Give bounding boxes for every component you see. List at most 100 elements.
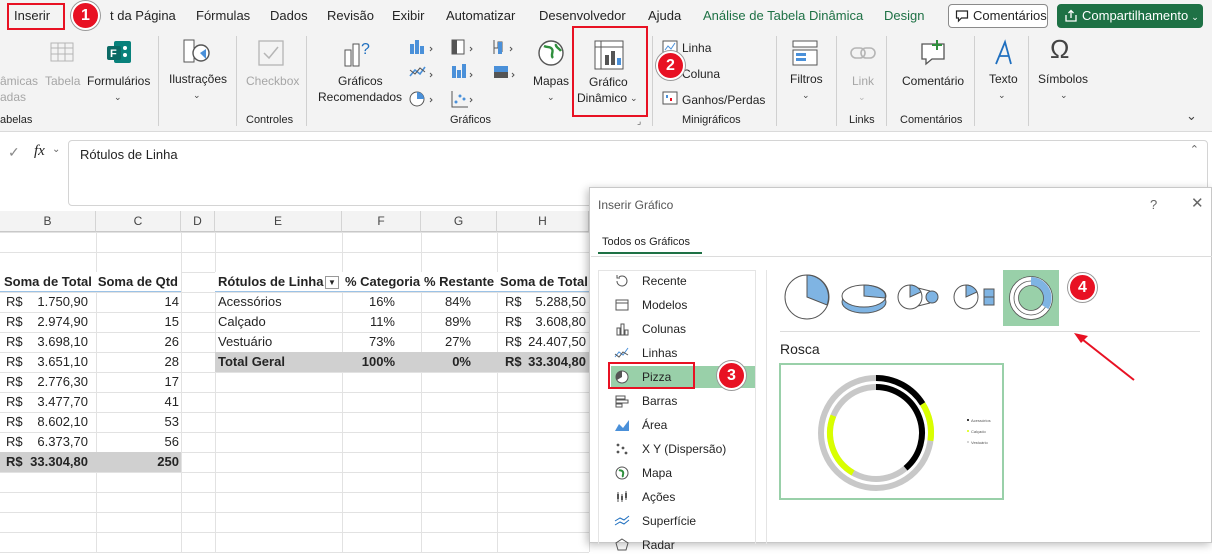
pie-subtype-thumb[interactable] <box>780 272 836 322</box>
tab-automatizar[interactable]: Automatizar <box>446 8 515 23</box>
column-header-b[interactable]: B <box>0 211 96 232</box>
chevron-down-icon[interactable]: ⌄ <box>52 144 60 155</box>
expand-icon[interactable]: ⌃ <box>1190 143 1199 156</box>
checkbox-button[interactable]: Checkbox <box>246 74 299 89</box>
close-icon[interactable]: ✕ <box>1191 194 1204 212</box>
link-button[interactable]: Link <box>852 74 874 89</box>
left-cell-qtd[interactable]: 41 <box>96 392 179 412</box>
left-cell-total[interactable]: 2.776,30 <box>28 372 88 392</box>
left-cell-total[interactable]: 1.750,90 <box>28 292 88 312</box>
left-cell-currency[interactable]: R$ <box>6 392 30 412</box>
chart-type-surface-chart[interactable]: Superfície <box>610 510 754 532</box>
pie-of-pie-subtype-thumb[interactable] <box>892 272 948 322</box>
tabelas-dinamicas-label[interactable]: âmicas <box>0 74 38 89</box>
left-total-value[interactable]: 33.304,80 <box>28 452 88 472</box>
pivot-header-categoria[interactable]: % Categoria <box>345 272 421 292</box>
column-header-d[interactable]: D <box>181 211 215 232</box>
doughnut-subtype-selected[interactable] <box>1003 270 1059 326</box>
pivot-total-categoria[interactable]: 100% <box>345 352 395 372</box>
function-icon[interactable]: fx <box>34 143 45 160</box>
tab-revisao[interactable]: Revisão <box>327 8 374 23</box>
chart-types-icons[interactable] <box>408 38 528 114</box>
pivot-row-label[interactable]: Vestuário <box>218 332 338 352</box>
column-header-c[interactable]: C <box>96 211 181 232</box>
filtros-button[interactable]: Filtros <box>790 72 823 87</box>
tab-formulas[interactable]: Fórmulas <box>196 8 250 23</box>
left-cell-currency[interactable]: R$ <box>6 372 30 392</box>
pivot-row-categoria[interactable]: 73% <box>345 332 395 352</box>
help-button[interactable]: ? <box>1150 197 1157 212</box>
filter-dropdown-icon[interactable]: ▼ <box>325 276 339 289</box>
ilustracoes-button[interactable]: Ilustrações <box>169 72 227 87</box>
left-cell-currency[interactable]: R$ <box>6 412 30 432</box>
left-total-currency[interactable]: R$ <box>6 452 30 472</box>
chart-type-stock-chart[interactable]: Ações <box>610 486 754 508</box>
left-cell-currency[interactable]: R$ <box>6 432 30 452</box>
left-header-total[interactable]: Soma de Total <box>4 272 96 292</box>
formularios-button[interactable]: Formulários <box>87 74 150 89</box>
chart-type-templates[interactable]: Modelos <box>610 294 754 316</box>
pie-3d-subtype-thumb[interactable] <box>836 272 892 322</box>
left-cell-qtd[interactable]: 56 <box>96 432 179 452</box>
pivot-row-value[interactable]: 5.288,50 <box>522 292 586 312</box>
tab-desenvolvedor[interactable]: Desenvolvedor <box>539 8 626 23</box>
share-button[interactable]: Compartilhamento ⌄ <box>1057 4 1203 28</box>
left-cell-currency[interactable]: R$ <box>6 292 30 312</box>
left-cell-total[interactable]: 3.477,70 <box>28 392 88 412</box>
pivot-row-categoria[interactable]: 11% <box>345 312 395 332</box>
pivot-row-label[interactable]: Calçado <box>218 312 338 332</box>
tab-analise-tabela-dinamica[interactable]: Análise de Tabela Dinâmica <box>703 8 863 23</box>
simbolos-button[interactable]: Símbolos <box>1038 72 1088 87</box>
tab-exibir[interactable]: Exibir <box>392 8 425 23</box>
pivot-header-restante[interactable]: % Restante <box>424 272 497 292</box>
pivot-total-restante[interactable]: 0% <box>424 352 471 372</box>
pivot-row-categoria[interactable]: 16% <box>345 292 395 312</box>
left-cell-currency[interactable]: R$ <box>6 352 30 372</box>
pivot-row-value[interactable]: 24.407,50 <box>522 332 586 352</box>
pivot-total-value[interactable]: 33.304,80 <box>522 352 586 372</box>
chart-type-scatter-chart[interactable]: X Y (Dispersão) <box>610 438 754 460</box>
pivot-row-restante[interactable]: 27% <box>424 332 471 352</box>
minigrafico-coluna[interactable]: Coluna <box>682 67 720 82</box>
left-cell-qtd[interactable]: 14 <box>96 292 179 312</box>
chart-type-recent[interactable]: Recente <box>610 270 754 292</box>
chart-type-bar-chart[interactable]: Barras <box>610 390 754 412</box>
left-cell-qtd[interactable]: 17 <box>96 372 179 392</box>
pivot-total-label[interactable]: Total Geral <box>218 352 338 372</box>
column-header-e[interactable]: E <box>215 211 342 232</box>
column-header-f[interactable]: F <box>342 211 421 232</box>
left-header-qtd[interactable]: Soma de Qtd <box>96 272 178 292</box>
comments-button[interactable]: Comentários <box>948 4 1048 28</box>
chart-type-radar-chart[interactable]: Radar <box>610 534 754 556</box>
tab-todos-graficos[interactable]: Todos os Gráficos <box>598 232 702 254</box>
left-cell-total[interactable]: 6.373,70 <box>28 432 88 452</box>
tab-dados[interactable]: Dados <box>270 8 308 23</box>
chart-preview[interactable]: Acessórios Calçado Vestuário <box>779 363 1004 500</box>
left-cell-currency[interactable]: R$ <box>6 332 30 352</box>
column-header-h[interactable]: H <box>497 211 589 232</box>
left-cell-total[interactable]: 3.698,10 <box>28 332 88 352</box>
pivot-header-rotulos[interactable]: Rótulos de Linha <box>218 272 328 292</box>
pivot-row-restante[interactable]: 89% <box>424 312 471 332</box>
left-cell-qtd[interactable]: 15 <box>96 312 179 332</box>
bar-of-pie-subtype-thumb[interactable] <box>948 272 1004 322</box>
tabela-button[interactable]: Tabela <box>45 74 80 89</box>
tab-layout-pagina[interactable]: t da Página <box>110 8 176 23</box>
pivot-row-label[interactable]: Acessórios <box>218 292 338 312</box>
chart-type-map-chart[interactable]: Mapa <box>610 462 754 484</box>
left-cell-total[interactable]: 2.974,90 <box>28 312 88 332</box>
minigrafico-ganhos-perdas[interactable]: Ganhos/Perdas <box>682 93 765 108</box>
mapas-button[interactable]: Mapas <box>533 74 569 89</box>
comentario-button[interactable]: Comentário <box>902 74 964 89</box>
left-cell-qtd[interactable]: 28 <box>96 352 179 372</box>
pivot-row-value[interactable]: 3.608,80 <box>522 312 586 332</box>
pivot-header-soma[interactable]: Soma de Total <box>500 272 589 292</box>
left-cell-qtd[interactable]: 53 <box>96 412 179 432</box>
graficos-recomendados-line1[interactable]: Gráficos <box>338 74 383 89</box>
chart-type-column-chart[interactable]: Colunas <box>610 318 754 340</box>
left-cell-currency[interactable]: R$ <box>6 312 30 332</box>
minigrafico-linha[interactable]: Linha <box>682 41 711 56</box>
chart-type-area-chart[interactable]: Área <box>610 414 754 436</box>
column-header-g[interactable]: G <box>421 211 497 232</box>
left-cell-total[interactable]: 8.602,10 <box>28 412 88 432</box>
